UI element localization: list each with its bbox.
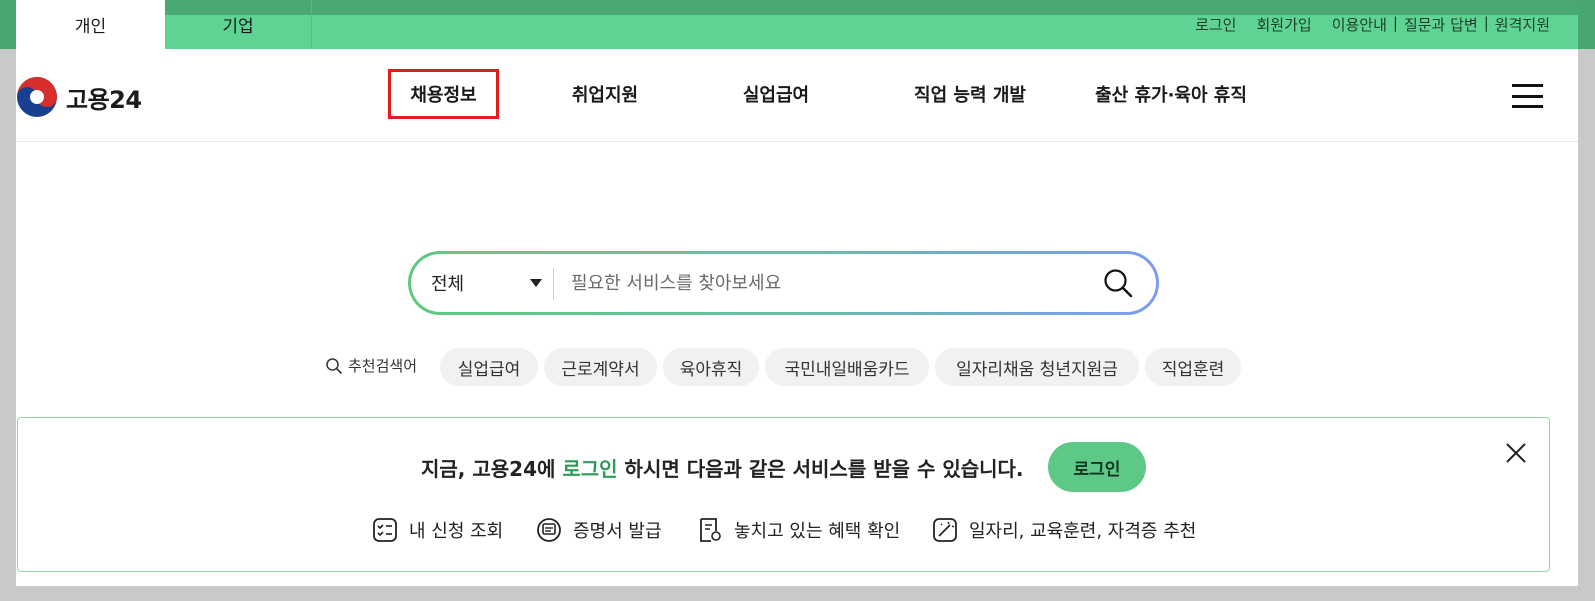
- nav-employment-support[interactable]: 취업지원: [546, 69, 664, 119]
- service-label: 증명서 발급: [573, 521, 662, 542]
- notice-text: 하시면 다음과 같은 서비스를 받을 수 있습니다.: [624, 457, 1024, 481]
- taegeuk-logo-icon: [17, 77, 57, 117]
- service-recommendations[interactable]: 일자리, 교육훈련, 자격증 추천: [931, 516, 1196, 544]
- search-divider: [553, 268, 554, 300]
- nav-parental-leave[interactable]: 출산 휴가·육아 휴직: [1081, 69, 1261, 119]
- search-icon[interactable]: [1102, 267, 1134, 299]
- login-notice-panel: 지금, 고용24에 로그인 하시면 다음과 같은 서비스를 받을 수 있습니다.…: [17, 417, 1550, 572]
- document-search-icon: [700, 518, 721, 542]
- service-label: 일자리, 교육훈련, 자격증 추천: [969, 521, 1197, 542]
- notice-login-button[interactable]: 로그인: [1048, 442, 1146, 492]
- keyword-chip[interactable]: 근로계약서: [544, 348, 657, 386]
- notice-text: 지금, 고용24에: [421, 457, 556, 481]
- keyword-chip[interactable]: 육아휴직: [663, 348, 759, 386]
- top-links: 로그인 회원가입 이용안내 | 질문과 답변 | 원격지원: [1195, 14, 1550, 35]
- magic-wand-icon: [933, 518, 957, 542]
- service-missed-benefits[interactable]: 놓치고 있는 혜택 확인: [696, 516, 900, 544]
- recommended-label-text: 추천검색어: [348, 357, 418, 375]
- service-label: 내 신청 조회: [409, 521, 504, 542]
- service-my-applications[interactable]: 내 신청 조회: [371, 516, 503, 544]
- header-divider: [16, 141, 1578, 142]
- dropdown-caret-icon[interactable]: [530, 279, 542, 287]
- search-scope-select[interactable]: 전체: [431, 254, 464, 312]
- signup-link[interactable]: 회원가입: [1256, 14, 1311, 35]
- hamburger-icon[interactable]: [1512, 84, 1543, 108]
- left-edge: [0, 0, 16, 49]
- keyword-chip[interactable]: 실업급여: [440, 348, 538, 386]
- search-small-icon: [326, 357, 342, 374]
- nav-vocational-training[interactable]: 직업 능력 개발: [896, 69, 1044, 119]
- service-certificate[interactable]: 증명서 발급: [535, 516, 662, 544]
- close-icon[interactable]: [1505, 442, 1527, 464]
- search-input[interactable]: [571, 266, 1071, 300]
- right-edge: [1578, 0, 1595, 49]
- notice-highlight: 로그인: [562, 457, 618, 481]
- recommended-keywords-label: 추천검색어: [325, 355, 417, 376]
- checklist-icon: [373, 518, 397, 542]
- keyword-chip[interactable]: 일자리채움 청년지원금: [935, 348, 1139, 386]
- qna-link[interactable]: 질문과 답변: [1404, 14, 1478, 35]
- help-links: 이용안내 | 질문과 답변 | 원격지원: [1332, 14, 1550, 35]
- keyword-chip[interactable]: 국민내일배움카드: [765, 348, 929, 386]
- remote-support-link[interactable]: 원격지원: [1495, 14, 1550, 35]
- site-logo[interactable]: 고용24: [16, 76, 142, 118]
- tab-personal[interactable]: 개인: [16, 0, 165, 49]
- link-separator: |: [1483, 14, 1489, 32]
- nav-unemployment-benefit[interactable]: 실업급여: [716, 69, 836, 119]
- search-bar: 전체: [408, 251, 1159, 315]
- top-utility-bar: 개인 기업 로그인 회원가입 이용안내 | 질문과 답변 | 원격지원: [0, 0, 1595, 49]
- nav-job-info[interactable]: 채용정보: [388, 69, 499, 119]
- login-notice-message: 지금, 고용24에 로그인 하시면 다음과 같은 서비스를 받을 수 있습니다.: [421, 453, 1024, 482]
- keyword-chip[interactable]: 직업훈련: [1145, 348, 1241, 386]
- guide-link[interactable]: 이용안내: [1332, 14, 1387, 35]
- link-separator: |: [1392, 14, 1398, 32]
- page-content: 고용24 채용정보 취업지원 실업급여 직업 능력 개발 출산 휴가·육아 휴직…: [16, 49, 1578, 586]
- logo-text: 고용24: [66, 85, 142, 114]
- certificate-icon: [537, 518, 561, 542]
- tab-business[interactable]: 기업: [165, 0, 312, 49]
- service-label: 놓치고 있는 혜택 확인: [734, 521, 901, 542]
- login-link[interactable]: 로그인: [1195, 14, 1236, 35]
